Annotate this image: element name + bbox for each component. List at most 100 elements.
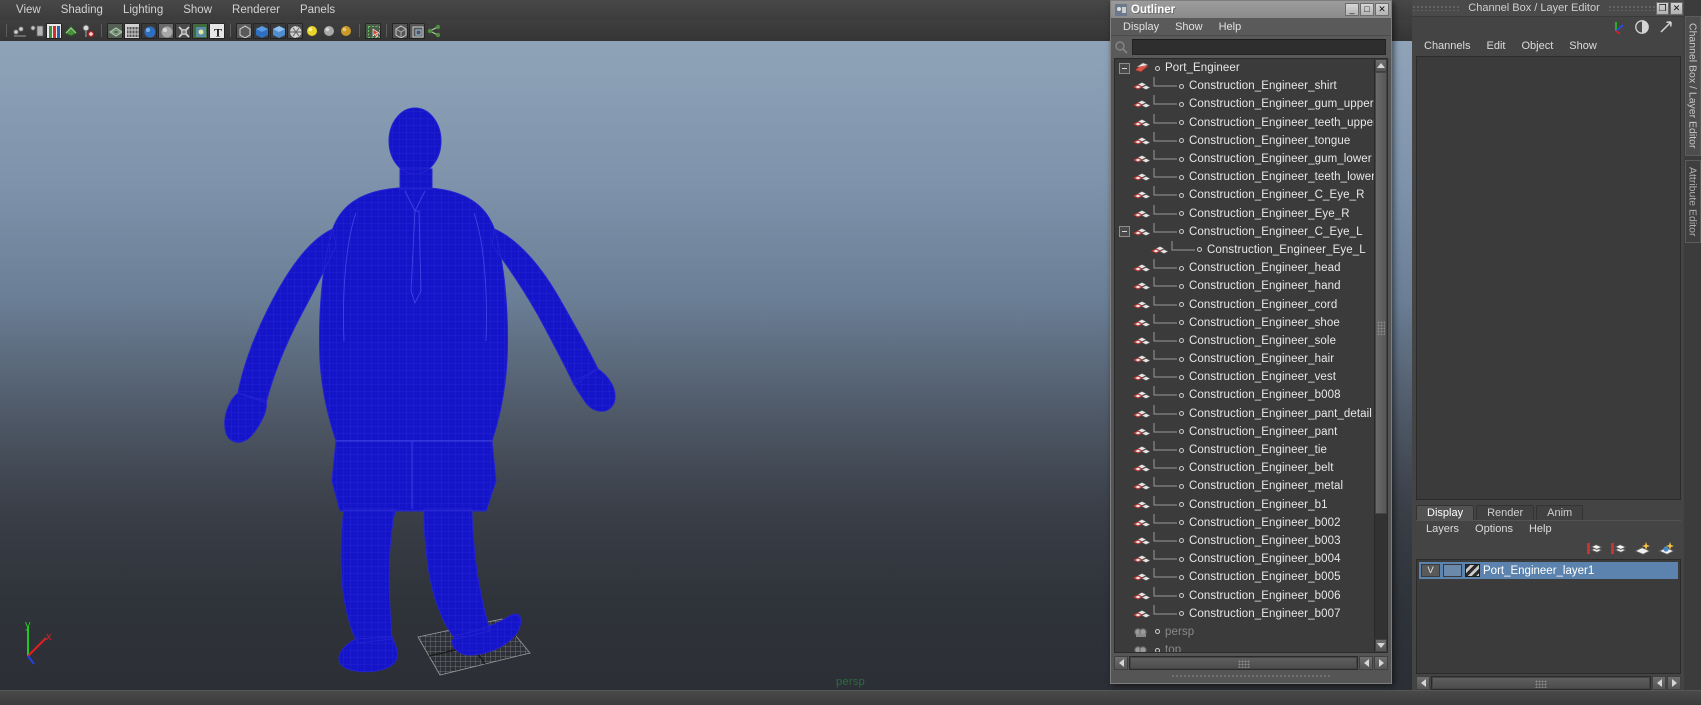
outliner-item-construction_engineer_pant_detail[interactable]: Construction_Engineer_pant_detail [1115, 404, 1374, 423]
scroll-track[interactable] [1375, 72, 1387, 639]
outliner-item-construction_engineer_b007[interactable]: Construction_Engineer_b007 [1115, 604, 1374, 623]
outliner-item-construction_engineer_b004[interactable]: Construction_Engineer_b004 [1115, 550, 1374, 568]
restore-panel-button[interactable]: ❐ [1656, 1, 1669, 15]
tab-display[interactable]: Display [1416, 505, 1475, 520]
light-bulb-yellow-icon[interactable] [304, 23, 320, 39]
node-connector-dot[interactable] [1179, 229, 1184, 235]
node-connector-dot[interactable] [1155, 65, 1160, 71]
display-xray-icon[interactable] [192, 22, 208, 39]
outliner-search-input[interactable] [1132, 39, 1386, 55]
node-connector-dot[interactable] [1179, 538, 1184, 544]
menu-lighting[interactable]: Lighting [113, 3, 173, 17]
new-layer-from-selected-icon[interactable] [1610, 541, 1627, 556]
scroll-left-step-button[interactable] [1359, 656, 1373, 670]
outliner-item-construction_engineer_cord[interactable]: Construction_Engineer_cord [1115, 295, 1374, 313]
outliner-item-construction_engineer_b005[interactable]: Construction_Engineer_b005 [1115, 568, 1374, 586]
outliner-item-construction_engineer_teeth_lower[interactable]: Construction_Engineer_teeth_lower [1115, 168, 1374, 186]
node-connector-dot[interactable] [1179, 447, 1184, 453]
layer-list[interactable]: V Port_Engineer_layer1 [1416, 559, 1681, 674]
outliner-menu-show[interactable]: Show [1167, 20, 1211, 34]
tab-anim[interactable]: Anim [1536, 505, 1584, 520]
menu-renderer[interactable]: Renderer [222, 3, 290, 17]
axis-orientation-icon[interactable] [1610, 19, 1626, 35]
outliner-item-construction_engineer_c_eye_r[interactable]: Construction_Engineer_C_Eye_R [1115, 186, 1374, 204]
node-connector-dot[interactable] [1155, 629, 1160, 635]
outliner-item-construction_engineer_teeth_upper[interactable]: Construction_Engineer_teeth_upper [1115, 113, 1374, 132]
layer-visibility-toggle[interactable]: V [1421, 564, 1440, 577]
outliner-item-construction_engineer_b006[interactable]: Construction_Engineer_b006 [1115, 586, 1374, 604]
node-connector-dot[interactable] [1179, 192, 1184, 198]
isolate-select-icon[interactable] [236, 22, 252, 39]
display-lights-icon[interactable] [175, 22, 191, 39]
outliner-tree[interactable]: Port_Engineer Construction_Engineer_shirt… [1115, 59, 1374, 652]
node-connector-dot[interactable] [1179, 302, 1184, 308]
node-connector-dot[interactable] [1179, 593, 1184, 599]
scroll-left-button[interactable] [1114, 656, 1128, 670]
display-text-icon[interactable]: T [209, 22, 225, 39]
snap-to-curve-icon[interactable] [12, 23, 28, 39]
channels-menu[interactable]: Channels [1416, 39, 1478, 53]
outliner-item-construction_engineer_shirt[interactable]: Construction_Engineer_shirt [1115, 77, 1374, 95]
layer-row[interactable]: V Port_Engineer_layer1 [1419, 562, 1678, 579]
outliner-item-port_engineer[interactable]: Port_Engineer [1115, 59, 1374, 77]
outliner-item-construction_engineer_hand[interactable]: Construction_Engineer_hand [1115, 277, 1374, 295]
node-connector-dot[interactable] [1179, 265, 1184, 271]
outliner-item-construction_engineer_hair[interactable]: Construction_Engineer_hair [1115, 350, 1374, 368]
object-menu[interactable]: Object [1513, 39, 1561, 53]
outliner-titlebar[interactable]: Outliner _ □ ✕ [1111, 1, 1391, 18]
share-nodes-icon[interactable] [426, 23, 442, 39]
tab-render[interactable]: Render [1476, 505, 1535, 520]
expand-collapse-icon[interactable] [1119, 62, 1130, 74]
object-mode-icon[interactable] [253, 22, 269, 39]
node-connector-dot[interactable] [1179, 483, 1184, 489]
node-connector-dot[interactable] [1179, 556, 1184, 562]
scroll-right-step-button[interactable] [1374, 656, 1388, 670]
layer-editor-horizontal-scrollbar[interactable] [1416, 676, 1681, 690]
outliner-item-construction_engineer_eye_r[interactable]: Construction_Engineer_Eye_R [1115, 204, 1374, 223]
outliner-menu-display[interactable]: Display [1115, 20, 1167, 34]
outliner-horizontal-scrollbar[interactable] [1114, 655, 1388, 671]
node-connector-dot[interactable] [1179, 156, 1184, 162]
node-connector-dot[interactable] [1179, 429, 1184, 435]
duplicate-icon[interactable] [409, 22, 425, 39]
outliner-item-construction_engineer_pant[interactable]: Construction_Engineer_pant [1115, 422, 1374, 441]
outliner-item-construction_engineer_tongue[interactable]: Construction_Engineer_tongue [1115, 131, 1374, 150]
outliner-menu-help[interactable]: Help [1211, 20, 1250, 34]
outliner-item-construction_engineer_vest[interactable]: Construction_Engineer_vest [1115, 368, 1374, 386]
outliner-item-construction_engineer_belt[interactable]: Construction_Engineer_belt [1115, 459, 1374, 477]
menu-show[interactable]: Show [173, 3, 222, 17]
scroll-thumb[interactable] [1375, 72, 1387, 515]
outliner-item-construction_engineer_b003[interactable]: Construction_Engineer_b003 [1115, 531, 1374, 550]
node-connector-dot[interactable] [1179, 392, 1184, 398]
layer-hscroll-track[interactable] [1431, 676, 1651, 690]
node-connector-dot[interactable] [1155, 647, 1160, 652]
node-connector-dot[interactable] [1179, 374, 1184, 380]
outliner-item-construction_engineer_b002[interactable]: Construction_Engineer_b002 [1115, 513, 1374, 532]
layers-menu[interactable]: Layers [1418, 522, 1467, 536]
outliner-item-construction_engineer_head[interactable]: Construction_Engineer_head [1115, 259, 1374, 277]
edge-tab-attribute-editor[interactable]: Attribute Editor [1684, 159, 1701, 243]
show-menu[interactable]: Show [1561, 39, 1605, 53]
layer-color-swatch[interactable] [1465, 564, 1480, 577]
node-connector-dot[interactable] [1197, 247, 1202, 253]
node-connector-dot[interactable] [1179, 83, 1184, 89]
display-textured-icon[interactable] [158, 22, 174, 39]
node-connector-dot[interactable] [1179, 611, 1184, 617]
minimize-button[interactable]: _ [1345, 3, 1359, 16]
light-bulb-amber-icon[interactable] [338, 23, 354, 39]
smooth-preview-icon[interactable] [287, 22, 303, 39]
options-menu[interactable]: Options [1467, 522, 1521, 536]
outliner-item-construction_engineer_sole[interactable]: Construction_Engineer_sole [1115, 331, 1374, 350]
render-current-frame-icon[interactable] [46, 22, 62, 39]
scroll-down-button[interactable] [1375, 639, 1387, 652]
close-panel-button[interactable]: ✕ [1670, 1, 1683, 15]
node-connector-dot[interactable] [1179, 174, 1184, 180]
display-wireframe-icon[interactable] [124, 22, 140, 39]
contrast-toggle-icon[interactable] [1634, 19, 1650, 35]
outliner-item-construction_engineer_eye_l[interactable]: Construction_Engineer_Eye_L [1115, 240, 1374, 259]
node-connector-dot[interactable] [1179, 101, 1184, 107]
edge-tab-channel-box[interactable]: Channel Box / Layer Editor [1684, 16, 1701, 156]
ipr-render-icon[interactable] [63, 23, 79, 39]
node-connector-dot[interactable] [1179, 211, 1184, 217]
node-connector-dot[interactable] [1179, 502, 1184, 508]
